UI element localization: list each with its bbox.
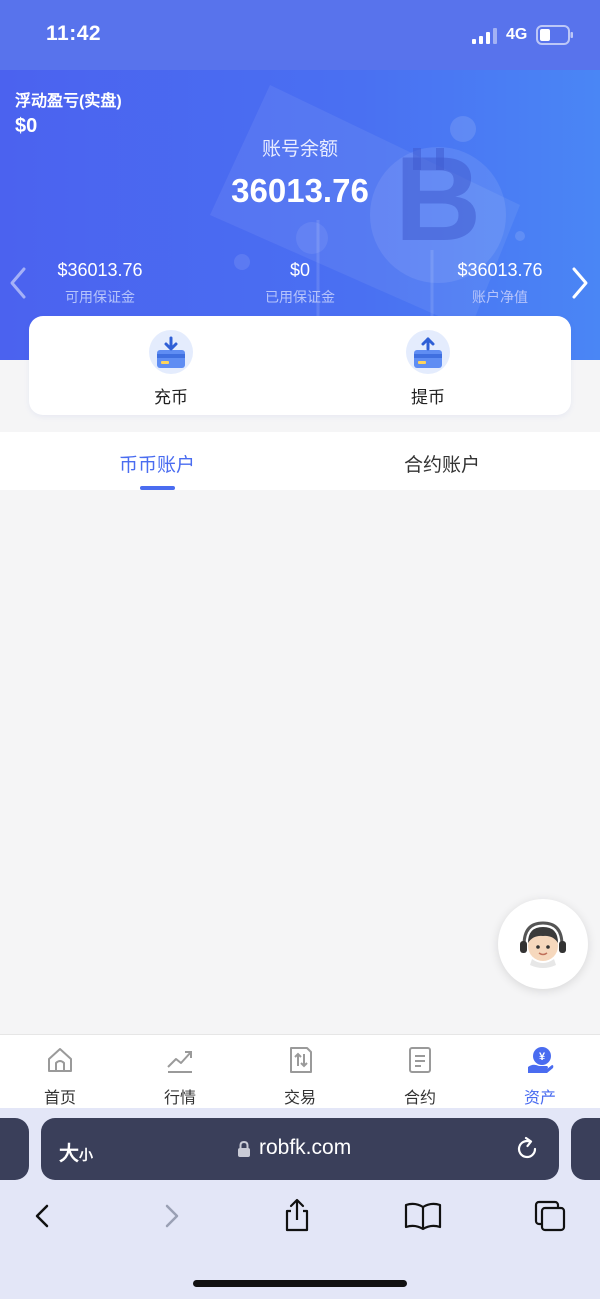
- stat-value: $36013.76: [457, 260, 543, 280]
- address-bar[interactable]: 大小 robfk.com: [41, 1118, 559, 1180]
- reload-icon[interactable]: [513, 1135, 541, 1163]
- svg-text:¥: ¥: [539, 1051, 546, 1063]
- nav-assets[interactable]: ¥ 资产: [480, 1045, 600, 1108]
- withdraw-button[interactable]: 提币: [368, 330, 488, 408]
- nav-label: 交易: [283, 1090, 316, 1107]
- network-type: 4G: [506, 26, 528, 43]
- forward-icon[interactable]: [152, 1196, 192, 1236]
- stat-value: $0: [289, 260, 311, 280]
- tabs-icon[interactable]: [530, 1196, 570, 1236]
- signal-icon: [472, 28, 497, 44]
- balance-label: 账号余额: [261, 139, 338, 160]
- deposit-icon: [149, 330, 193, 374]
- lock-icon: [238, 1140, 250, 1157]
- home-icon: [48, 1048, 72, 1072]
- headset-agent-icon: [520, 921, 566, 968]
- back-icon[interactable]: [22, 1196, 62, 1236]
- action-card: 充币 提币: [29, 316, 571, 415]
- account-header: B 11:42 4G 浮动盈亏(实盘) $0 账号余额 36013.76 $36…: [0, 0, 600, 360]
- battery-icon: [536, 25, 573, 45]
- next-tab-preview[interactable]: [571, 1118, 600, 1180]
- browser-chrome: 大小 robfk.com: [0, 1108, 600, 1299]
- share-icon[interactable]: [277, 1196, 317, 1236]
- stat-value: $36013.76: [57, 260, 143, 280]
- nav-label: 合约: [403, 1090, 436, 1107]
- nav-home[interactable]: 首页: [0, 1045, 120, 1108]
- status-bar: 11:42 4G: [0, 0, 600, 70]
- text-size-button[interactable]: 大小: [59, 1137, 93, 1166]
- nav-trade[interactable]: 交易: [240, 1045, 360, 1108]
- chart-icon: [167, 1051, 192, 1073]
- deposit-button[interactable]: 充币: [111, 330, 231, 408]
- nav-market[interactable]: 行情: [120, 1045, 240, 1108]
- tab-contract-account[interactable]: 合约账户: [342, 450, 542, 477]
- withdraw-icon: [406, 330, 450, 374]
- nav-label: 首页: [43, 1090, 76, 1107]
- stat-available-margin: $36013.76 可用保证金: [20, 260, 180, 307]
- stat-label: 账户净值: [472, 289, 528, 305]
- bookmarks-icon[interactable]: [403, 1196, 443, 1236]
- stat-net-equity: $36013.76 账户净值: [420, 260, 580, 307]
- contract-icon: [409, 1047, 431, 1073]
- trade-icon: [290, 1047, 312, 1073]
- bottom-navigation: 首页 行情 交易 合约 ¥ 资产: [0, 1034, 600, 1108]
- floating-pnl-label: 浮动盈亏(实盘): [15, 93, 122, 110]
- withdraw-label: 提币: [411, 388, 445, 407]
- stat-label: 已用保证金: [265, 289, 335, 305]
- nav-contract[interactable]: 合约: [360, 1045, 480, 1108]
- previous-tab-preview[interactable]: [0, 1118, 29, 1180]
- tab-spot-account[interactable]: 币币账户: [57, 450, 257, 477]
- url-text: robfk.com: [259, 1136, 352, 1159]
- deposit-label: 充币: [154, 388, 188, 407]
- assets-icon: ¥: [528, 1047, 554, 1073]
- stat-used-margin: $0 已用保证金: [220, 260, 380, 307]
- status-time: 11:42: [46, 22, 102, 45]
- stat-label: 可用保证金: [65, 289, 135, 305]
- account-tabs: 币币账户 合约账户: [0, 432, 600, 490]
- nav-label: 行情: [163, 1090, 196, 1107]
- balance-value: 36013.76: [231, 172, 369, 209]
- nav-label: 资产: [523, 1090, 556, 1107]
- tab-active-indicator: [140, 486, 175, 490]
- home-indicator: [193, 1280, 407, 1287]
- customer-service-button[interactable]: [498, 899, 588, 989]
